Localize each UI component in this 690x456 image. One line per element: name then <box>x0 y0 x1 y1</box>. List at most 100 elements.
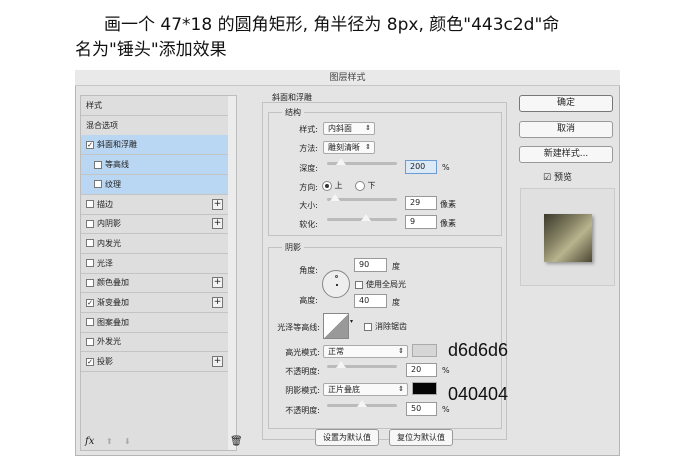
style-list-item[interactable]: 光泽 <box>81 254 228 274</box>
slider-thumb[interactable] <box>336 158 346 165</box>
cancel-button[interactable]: 取消 <box>519 121 613 138</box>
add-icon[interactable]: + <box>212 356 223 368</box>
radio-selected[interactable] <box>322 180 332 191</box>
select-arrows-icon: ⇕ <box>365 124 371 132</box>
highlight-color-swatch[interactable] <box>412 344 437 357</box>
size-input[interactable]: 29 <box>405 196 437 210</box>
checkbox[interactable]: ✓ <box>86 298 94 307</box>
dropdown-arrow-icon[interactable]: ▾ <box>350 318 353 325</box>
soften-input[interactable]: 9 <box>405 215 437 229</box>
style-list-item[interactable]: 图案叠加 <box>81 313 228 333</box>
style-list-item-label: 内发光 <box>97 238 121 248</box>
size-label: 大小: <box>299 201 318 210</box>
preview-label: 预览 <box>553 173 572 183</box>
shadow-opacity-slider[interactable] <box>327 400 397 407</box>
direction-down-label: 下 <box>367 181 376 190</box>
method-select[interactable]: 雕刻清晰 ⇕ <box>323 141 375 154</box>
slider-thumb[interactable] <box>330 194 341 201</box>
shadow-mode-select[interactable]: 正片叠底 ⇕ <box>323 383 408 396</box>
depth-slider[interactable] <box>327 158 397 165</box>
style-value: 内斜面 <box>328 124 352 133</box>
style-list-item[interactable]: ✓ 渐变叠加 + <box>81 293 228 313</box>
highlight-opacity-slider[interactable] <box>327 361 397 368</box>
radio-unselected[interactable] <box>355 180 365 191</box>
style-list-item[interactable]: ✓ 斜面和浮雕 <box>81 135 228 156</box>
shadow-opacity-input[interactable]: 50 <box>406 402 437 416</box>
style-list-item-label: 混合选项 <box>86 120 118 130</box>
angle-input[interactable]: 90 <box>354 258 387 272</box>
shading-label: 阴影 <box>282 242 304 253</box>
style-select[interactable]: 内斜面 ⇕ <box>323 122 375 135</box>
checkbox[interactable] <box>355 280 363 289</box>
style-list-item[interactable]: 描边 + <box>81 195 228 215</box>
style-list-item-label: 颜色叠加 <box>97 278 129 288</box>
style-list-item[interactable]: 内阴影 + <box>81 214 228 235</box>
global-light-checkbox[interactable]: 使用全局光 <box>355 279 406 290</box>
check-icon[interactable]: ☑ <box>543 173 551 183</box>
make-default-button[interactable]: 设置为默认值 <box>315 429 379 446</box>
size-slider[interactable] <box>327 194 397 201</box>
size-unit: 像素 <box>440 200 456 209</box>
checkbox[interactable] <box>86 318 94 327</box>
fx-icon[interactable]: fx <box>85 436 94 447</box>
checkbox[interactable] <box>94 180 102 189</box>
shadow-opacity-label: 不透明度: <box>285 406 320 415</box>
checkbox[interactable] <box>86 259 94 268</box>
highlight-opacity-input[interactable]: 20 <box>406 363 437 377</box>
move-down-icon[interactable]: ⬇ <box>124 437 131 446</box>
depth-unit: % <box>442 163 450 172</box>
highlight-color-annotation: d6d6d6 <box>448 340 509 360</box>
select-arrows-icon: ⇕ <box>365 143 371 151</box>
slider-thumb[interactable] <box>357 400 367 407</box>
new-style-button[interactable]: 新建样式... <box>519 146 613 163</box>
depth-input[interactable]: 200 <box>405 160 437 174</box>
add-icon[interactable]: + <box>212 198 223 210</box>
soften-slider[interactable] <box>327 214 397 221</box>
angle-dial[interactable] <box>322 270 350 298</box>
preview-checkbox[interactable]: ☑ 预览 <box>543 170 572 183</box>
style-label: 样式: <box>299 125 318 134</box>
list-scrollbar[interactable] <box>228 96 236 450</box>
checkbox[interactable]: ✓ <box>86 357 94 366</box>
checkbox[interactable] <box>364 322 372 331</box>
checkbox[interactable] <box>86 337 94 346</box>
add-icon[interactable]: + <box>212 277 223 289</box>
style-list-item[interactable]: 内发光 <box>81 234 228 254</box>
checkbox[interactable] <box>86 278 94 287</box>
add-icon[interactable]: + <box>212 297 223 308</box>
direction-up-radio[interactable]: 上 <box>322 180 343 191</box>
style-list-item-label: 等高线 <box>105 160 129 170</box>
style-list-item-label: 投影 <box>97 357 113 367</box>
direction-down-radio[interactable]: 下 <box>355 180 376 191</box>
style-list-item[interactable]: 颜色叠加 + <box>81 273 228 294</box>
ok-button[interactable]: 确定 <box>519 95 613 112</box>
style-list-item[interactable]: ✓ 投影 + <box>81 352 228 373</box>
shadow-opacity-unit: % <box>442 405 450 414</box>
checkbox[interactable]: ✓ <box>86 140 94 149</box>
style-list-item-label: 图案叠加 <box>97 317 129 327</box>
reset-default-button[interactable]: 复位为默认值 <box>389 429 453 446</box>
checkbox[interactable] <box>86 219 94 228</box>
style-list-item[interactable]: 纹理 <box>81 174 228 195</box>
move-up-icon[interactable]: ⬆ <box>106 437 113 446</box>
add-icon[interactable]: + <box>212 218 223 230</box>
checkbox[interactable] <box>94 160 102 169</box>
highlight-mode-select[interactable]: 正常 ⇕ <box>323 345 408 358</box>
slider-thumb[interactable] <box>336 361 346 368</box>
style-list-item-label: 渐变叠加 <box>97 298 129 307</box>
style-list-item-label: 斜面和浮雕 <box>97 140 137 150</box>
gloss-contour-picker[interactable] <box>323 313 349 339</box>
tutorial-text-line-2: 名为"锤头"添加效果 <box>75 40 227 60</box>
shadow-color-swatch[interactable] <box>412 382 437 395</box>
style-list-item[interactable]: 等高线 <box>81 155 228 176</box>
anti-alias-checkbox[interactable]: 消除锯齿 <box>364 321 407 332</box>
checkbox[interactable] <box>86 200 94 208</box>
style-list-item[interactable]: 混合选项 <box>81 116 228 136</box>
angle-unit: 度 <box>392 262 400 271</box>
style-list-item[interactable]: 外发光 <box>81 332 228 353</box>
style-list-item[interactable]: 样式 <box>81 96 228 116</box>
altitude-input[interactable]: 40 <box>354 294 387 308</box>
checkbox[interactable] <box>86 239 94 248</box>
trash-icon[interactable]: 🗑 <box>230 436 243 447</box>
slider-thumb[interactable] <box>360 214 371 221</box>
